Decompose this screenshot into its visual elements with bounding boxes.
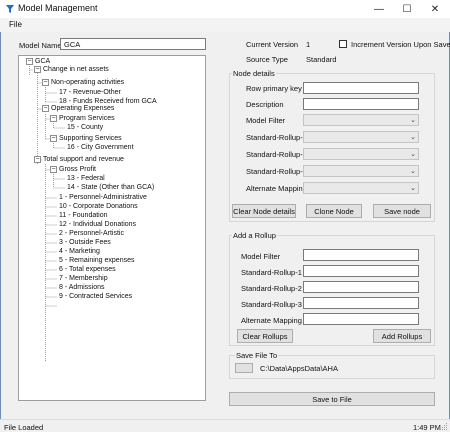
rollup-2-dropdown[interactable]: ⌄	[303, 148, 419, 160]
add-rollup-title: Add a Rollup	[232, 231, 277, 240]
resize-grip-icon[interactable]	[440, 423, 448, 431]
tree-node[interactable]: 4 - Marketing	[59, 247, 100, 256]
tree-node[interactable]: 1 - Personnel-Administrative	[59, 193, 147, 202]
current-version-value: 1	[306, 40, 311, 49]
tree-node[interactable]: Gross Profit	[59, 165, 96, 174]
tree-node[interactable]: Change in net assets	[43, 65, 109, 74]
save-to-file-button[interactable]: Save to File	[229, 392, 435, 406]
model-name-input[interactable]: GCA	[60, 38, 206, 50]
tree-node[interactable]: Total support and revenue	[43, 155, 124, 164]
rollup-1-dropdown[interactable]: ⌄	[303, 131, 419, 143]
tree-node[interactable]: Supporting Services	[59, 134, 122, 143]
source-type-value: Standard	[306, 55, 337, 64]
chevron-down-icon: ⌄	[410, 185, 416, 192]
chevron-down-icon: ⌄	[410, 117, 416, 124]
tree-node[interactable]: 9 - Contracted Services	[59, 292, 132, 301]
tree-node[interactable]: 15 - County	[67, 123, 103, 132]
description-label: Description	[246, 100, 284, 109]
rollup-std-3-input[interactable]	[303, 297, 419, 309]
rollup-3-label: Standard-Rollup-3	[246, 167, 307, 176]
tree-node[interactable]: 2 - Personnel-Artistic	[59, 229, 124, 238]
clear-rollups-button[interactable]: Clear Rollups	[237, 329, 293, 343]
collapse-icon[interactable]: −	[42, 79, 49, 86]
add-rollups-button[interactable]: Add Rollups	[373, 329, 431, 343]
tree-node[interactable]: 6 - Total expenses	[59, 265, 116, 274]
tree-node[interactable]: 8 - Admissions	[59, 283, 105, 292]
chevron-down-icon: ⌄	[410, 168, 416, 175]
increment-version-label[interactable]: Increment Version Upon Save	[351, 40, 450, 49]
close-button[interactable]: ✕	[420, 0, 450, 18]
description-input[interactable]	[303, 98, 419, 110]
collapse-icon[interactable]: −	[34, 156, 41, 163]
clear-node-details-button[interactable]: Clear Node details	[232, 204, 296, 218]
tree-node[interactable]: 11 - Foundation	[59, 211, 108, 220]
rollup-model-filter-label: Model Filter	[241, 252, 281, 261]
increment-version-checkbox[interactable]	[339, 40, 347, 48]
chevron-down-icon: ⌄	[410, 151, 416, 158]
tree-node[interactable]: 17 - Revenue-Other	[59, 88, 121, 97]
clone-node-button[interactable]: Clone Node	[306, 204, 362, 218]
window-title: Model Management	[18, 3, 98, 13]
rollup-2-label: Standard-Rollup-2	[246, 150, 307, 159]
title-bar[interactable]: Model Management — ☐ ✕	[0, 0, 450, 18]
tree-node[interactable]: Operating Expenses	[51, 104, 114, 113]
tree-node[interactable]: 12 - Individual Donations	[59, 220, 136, 229]
app-icon	[6, 5, 14, 13]
save-node-button[interactable]: Save node	[373, 204, 431, 218]
model-tree[interactable]: − GCA − Change in net assets − Non-opera…	[18, 55, 206, 401]
tree-node[interactable]: Non-operating activities	[51, 78, 124, 87]
current-version-label: Current Version	[246, 40, 299, 49]
rollup-std-1-input[interactable]	[303, 265, 419, 277]
chevron-down-icon: ⌄	[410, 134, 416, 141]
rollup-std-2-input[interactable]	[303, 281, 419, 293]
menu-file[interactable]: File	[9, 20, 22, 29]
rollup-std-3-label: Standard-Rollup-3	[241, 300, 302, 309]
node-details-title: Node details	[232, 69, 276, 78]
alternate-mapping-dropdown[interactable]: ⌄	[303, 182, 419, 194]
minimize-button[interactable]: —	[364, 0, 394, 18]
browse-folder-button[interactable]	[235, 363, 253, 373]
row-primary-key-label: Row primary key	[246, 84, 302, 93]
status-time: 1:49 PM	[413, 423, 441, 432]
tree-node[interactable]: 3 - Outside Fees	[59, 238, 111, 247]
tree-node[interactable]: 14 - State (Other than GCA)	[67, 183, 154, 192]
tree-node[interactable]: 5 - Remaining expenses	[59, 256, 135, 265]
collapse-icon[interactable]: −	[50, 115, 57, 122]
rollup-std-1-label: Standard-Rollup-1	[241, 268, 302, 277]
collapse-icon[interactable]: −	[50, 135, 57, 142]
tree-node[interactable]: 7 - Membership	[59, 274, 108, 283]
rollup-alt-mapping-input[interactable]	[303, 313, 419, 325]
status-message: File Loaded	[4, 423, 44, 432]
tree-node[interactable]: Program Services	[59, 114, 115, 123]
alternate-mapping-label: Alternate Mapping	[246, 184, 307, 193]
rollup-alt-mapping-label: Alternate Mapping	[241, 316, 302, 325]
model-filter-label: Model Filter	[246, 116, 286, 125]
collapse-icon[interactable]: −	[50, 166, 57, 173]
save-file-title: Save File To	[235, 351, 279, 360]
row-primary-key-input[interactable]	[303, 82, 419, 94]
collapse-icon[interactable]: −	[26, 58, 33, 65]
model-name-label: Model Name	[19, 41, 62, 50]
model-filter-dropdown[interactable]: ⌄	[303, 114, 419, 126]
source-type-label: Source Type	[246, 55, 288, 64]
rollup-1-label: Standard-Rollup-1	[246, 133, 307, 142]
rollup-3-dropdown[interactable]: ⌄	[303, 165, 419, 177]
collapse-icon[interactable]: −	[34, 66, 41, 73]
rollup-model-filter-input[interactable]	[303, 249, 419, 261]
tree-node[interactable]: 10 - Corporate Donations	[59, 202, 138, 211]
rollup-std-2-label: Standard-Rollup-2	[241, 284, 302, 293]
tree-node[interactable]: 13 - Federal	[67, 174, 105, 183]
collapse-icon[interactable]: −	[42, 105, 49, 112]
status-bar: File Loaded 1:49 PM	[0, 419, 450, 432]
save-file-path: C:\Data\AppsData\AHA	[260, 364, 338, 373]
maximize-button[interactable]: ☐	[392, 0, 422, 18]
tree-node[interactable]: 16 - City Government	[67, 143, 134, 152]
menu-bar: File	[0, 18, 450, 32]
